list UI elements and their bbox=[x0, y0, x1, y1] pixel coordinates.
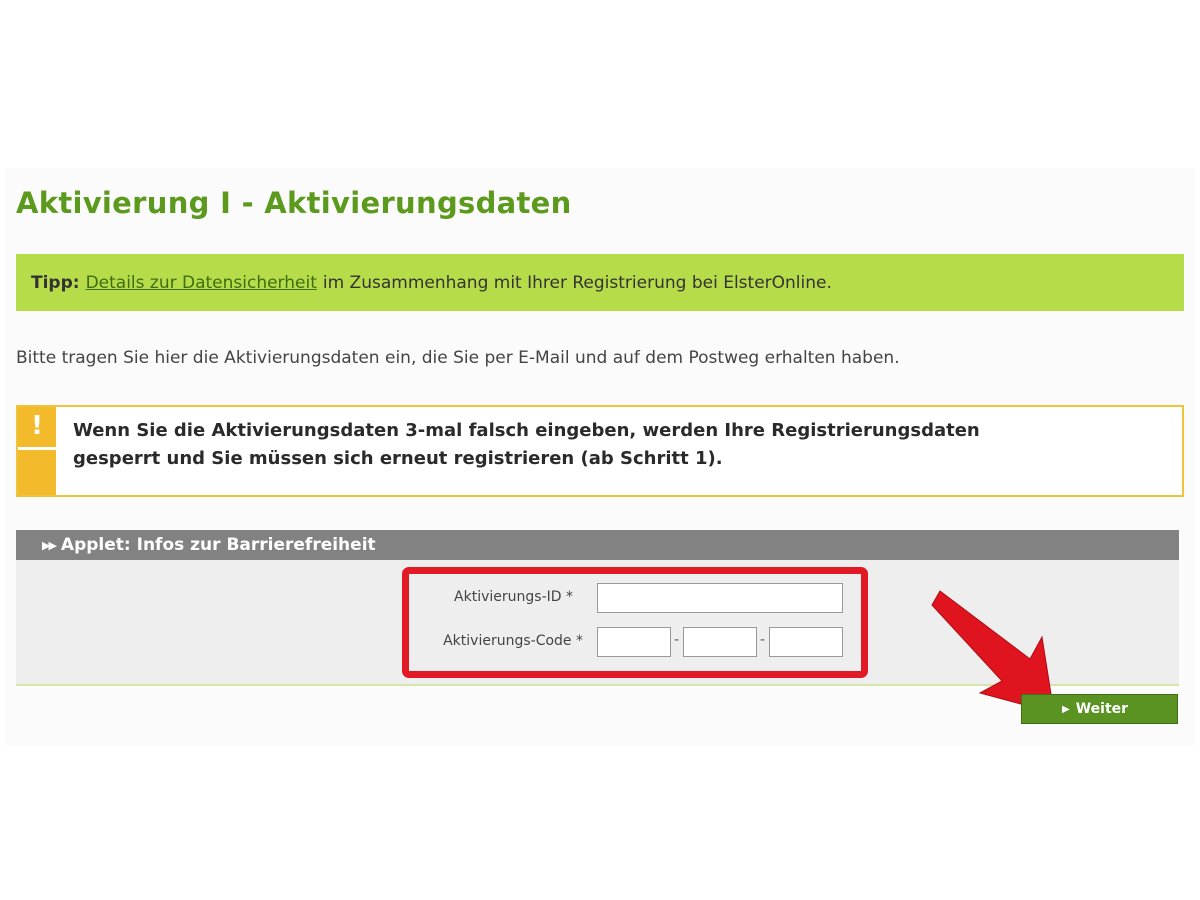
activation-id-input[interactable] bbox=[597, 583, 843, 613]
activation-form bbox=[16, 560, 1179, 686]
tip-bar: Tipp: Details zur Datensicherheit im Zus… bbox=[16, 254, 1184, 311]
intro-text: Bitte tragen Sie hier die Aktivierungsda… bbox=[16, 348, 900, 368]
code-separator: - bbox=[674, 632, 680, 648]
warning-text: Wenn Sie die Aktivierungsdaten 3-mal fal… bbox=[73, 417, 1153, 473]
activation-code-label: Aktivierungs-Code * bbox=[443, 633, 583, 649]
activation-code-part1-input[interactable] bbox=[597, 627, 671, 657]
activation-code-part3-input[interactable] bbox=[769, 627, 843, 657]
page-title: Aktivierung I - Aktivierungsdaten bbox=[16, 186, 572, 220]
tip-prefix: Tipp: bbox=[31, 272, 80, 293]
play-triangle-icon: ▶ bbox=[1062, 703, 1070, 715]
exclamation-icon: ! bbox=[31, 411, 43, 441]
double-chevron-right-icon: ▶▶ bbox=[42, 538, 57, 552]
data-security-link[interactable]: Details zur Datensicherheit bbox=[86, 273, 317, 293]
code-separator: - bbox=[760, 632, 766, 648]
tip-text: im Zusammenhang mit Ihrer Registrierung … bbox=[322, 272, 832, 293]
warning-line-1: Wenn Sie die Aktivierungsdaten 3-mal fal… bbox=[73, 420, 980, 441]
warning-box: ! Wenn Sie die Aktivierungsdaten 3-mal f… bbox=[16, 405, 1184, 497]
next-button-label: Weiter bbox=[1075, 701, 1129, 717]
activation-id-label: Aktivierungs-ID * bbox=[454, 589, 573, 605]
warning-line-2: gesperrt und Sie müssen sich erneut regi… bbox=[73, 448, 723, 469]
next-button[interactable]: ▶ Weiter bbox=[1021, 694, 1178, 724]
applet-label: Applet: Infos zur Barrierefreiheit bbox=[60, 535, 376, 555]
applet-accessibility-toggle[interactable]: ▶▶ Applet: Infos zur Barrierefreiheit bbox=[16, 530, 1179, 560]
activation-code-part2-input[interactable] bbox=[683, 627, 757, 657]
